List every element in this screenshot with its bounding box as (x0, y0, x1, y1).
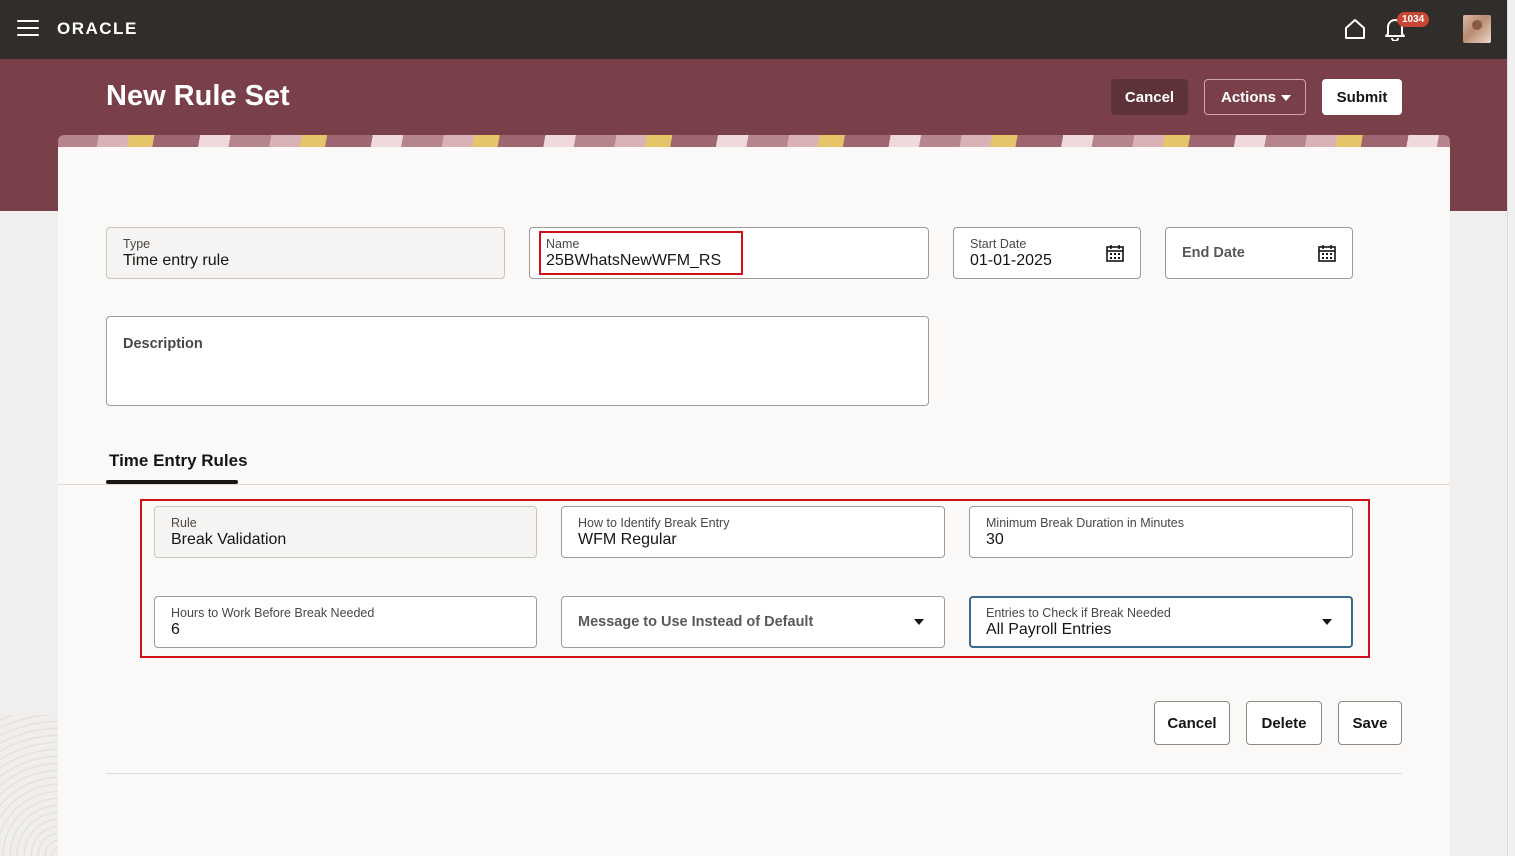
calendar-icon[interactable] (1105, 243, 1125, 263)
type-field: Type Time entry rule (106, 227, 505, 279)
description-label: Description (123, 336, 203, 352)
cancel-button[interactable]: Cancel (1111, 79, 1188, 115)
start-date-field[interactable]: Start Date 01-01-2025 (953, 227, 1141, 279)
scrollbar[interactable] (1507, 0, 1515, 856)
rule-cancel-button[interactable]: Cancel (1154, 701, 1230, 745)
min-break-value[interactable]: 30 (986, 531, 1004, 549)
entries-check-label: Entries to Check if Break Needed (986, 606, 1171, 620)
identify-break-label: How to Identify Break Entry (578, 516, 730, 530)
background-pattern (0, 715, 58, 856)
actions-menu-button[interactable]: Actions (1204, 79, 1306, 115)
message-label: Message to Use Instead of Default (578, 614, 814, 630)
hours-before-break-value[interactable]: 6 (171, 621, 180, 639)
end-date-label: End Date (1182, 245, 1245, 261)
start-date-label: Start Date (970, 237, 1027, 251)
min-break-label: Minimum Break Duration in Minutes (986, 516, 1184, 530)
tab-time-entry-rules[interactable]: Time Entry Rules (109, 451, 248, 471)
save-button[interactable]: Save (1338, 701, 1402, 745)
chevron-down-icon (1281, 95, 1291, 101)
chevron-down-icon[interactable] (914, 619, 924, 625)
rule-field: Rule Break Validation (154, 506, 537, 558)
actions-label: Actions (1221, 88, 1277, 106)
menu-icon[interactable] (17, 20, 39, 38)
identify-break-field[interactable]: How to Identify Break Entry WFM Regular (561, 506, 945, 558)
tab-divider (58, 484, 1450, 485)
entries-check-value[interactable]: All Payroll Entries (986, 621, 1111, 639)
start-date-value[interactable]: 01-01-2025 (970, 252, 1052, 270)
rule-value: Break Validation (171, 531, 287, 548)
home-icon[interactable] (1343, 17, 1367, 41)
calendar-icon[interactable] (1317, 243, 1337, 263)
type-value: Time entry rule (123, 252, 230, 269)
name-label: Name (546, 237, 580, 251)
delete-button[interactable]: Delete (1246, 701, 1322, 745)
min-break-field[interactable]: Minimum Break Duration in Minutes 30 (969, 506, 1353, 558)
end-date-field[interactable]: End Date (1165, 227, 1353, 279)
avatar[interactable] (1463, 15, 1491, 43)
hours-before-break-label: Hours to Work Before Break Needed (171, 606, 375, 620)
decorative-strip (58, 135, 1450, 147)
message-select[interactable]: Message to Use Instead of Default (561, 596, 945, 648)
submit-button[interactable]: Submit (1322, 79, 1402, 115)
name-field[interactable]: Name 25BWhatsNewWFM_RS (529, 227, 929, 279)
chevron-down-icon[interactable] (1322, 619, 1332, 625)
hours-before-break-field[interactable]: Hours to Work Before Break Needed 6 (154, 596, 537, 648)
notification-badge: 1034 (1397, 12, 1430, 27)
rule-label: Rule (171, 516, 197, 530)
description-field[interactable]: Description (106, 316, 929, 406)
identify-break-value[interactable]: WFM Regular (578, 531, 677, 549)
name-value[interactable]: 25BWhatsNewWFM_RS (546, 252, 721, 270)
type-label: Type (123, 237, 151, 251)
entries-check-select[interactable]: Entries to Check if Break Needed All Pay… (969, 596, 1353, 648)
page-title: New Rule Set (106, 80, 290, 112)
divider (106, 773, 1402, 774)
oracle-logo[interactable]: ORACLE (57, 19, 138, 39)
global-header: ORACLE 1034 (0, 0, 1507, 59)
